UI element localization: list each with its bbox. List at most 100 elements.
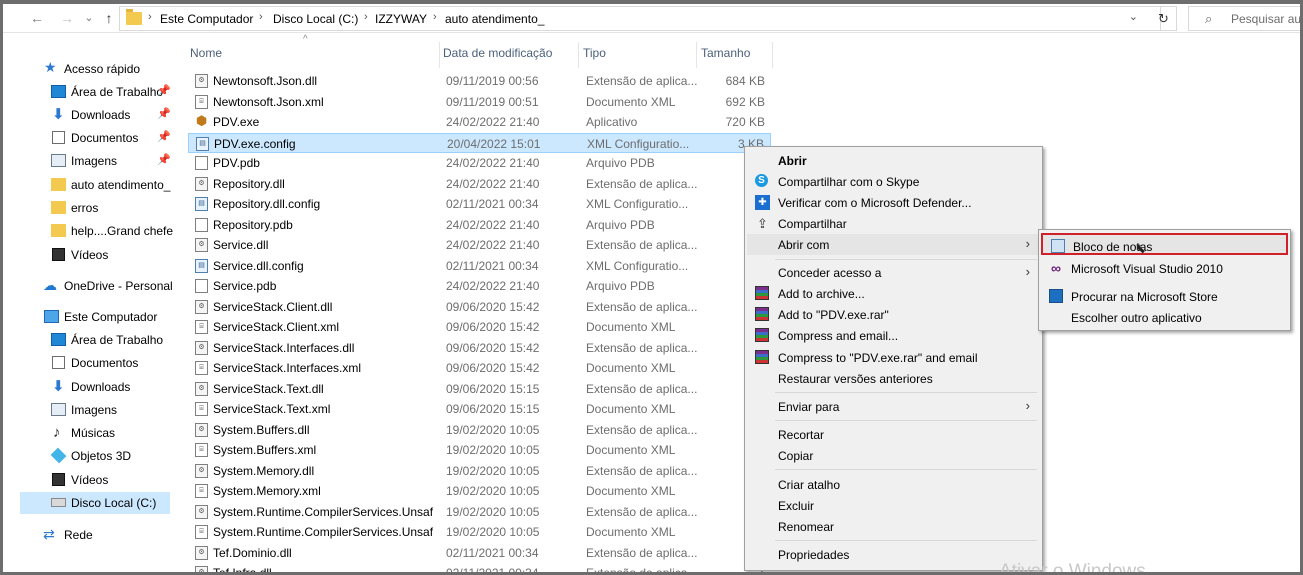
file-row[interactable]: ⌸ System.Runtime.CompilerServices.Unsaf..… <box>188 522 771 542</box>
sidebar-item-este-computador[interactable]: Este Computador <box>3 306 173 328</box>
sidebar-item-documentos[interactable]: Documentos 📌 <box>3 127 173 149</box>
back-arrow-icon[interactable]: ← <box>28 9 46 27</box>
file-row[interactable]: PDV.pdb24/02/2022 21:40Arquivo PDB21 <box>188 153 771 173</box>
submenu-item-visual-studio[interactable]: ∞ Microsoft Visual Studio 2010 <box>1041 257 1288 279</box>
menu-item-compress-rar-email[interactable]: Compress to "PDV.exe.rar" and email <box>747 347 1040 368</box>
submenu-item-microsoft-store[interactable]: Procurar na Microsoft Store <box>1041 285 1288 307</box>
file-row[interactable]: ⌸ ServiceStack.Client.xml 09/06/2020 15:42… <box>188 317 771 337</box>
file-row[interactable]: ⌸ System.Buffers.xml 19/02/2020 10:05 Docum… <box>188 440 771 460</box>
search-input[interactable]: ⌕ Pesquisar auto <box>1188 6 1300 31</box>
sidebar-item-acesso-rapido[interactable]: ★ Acesso rápido <box>3 58 173 80</box>
sidebar-item-imagens-pc[interactable]: Imagens <box>3 399 173 421</box>
file-row[interactable]: ⚙ Service.dll 24/02/2022 21:40 Extensão de … <box>188 235 771 255</box>
column-divider[interactable] <box>772 42 773 68</box>
file-row[interactable]: ▤ Service.dll.config 02/11/2021 00:34 XML C… <box>188 256 771 276</box>
file-row[interactable]: ⚙ Repository.dll 24/02/2022 21:40 Extensão … <box>188 174 771 194</box>
breadcrumb-disco-local[interactable]: Disco Local (C:) <box>273 12 358 26</box>
sidebar-item-videos[interactable]: Vídeos <box>3 244 173 266</box>
breadcrumb[interactable]: › Este Computador › Disco Local (C:) › I… <box>119 6 1161 31</box>
menu-item-add-to-rar[interactable]: Add to "PDV.exe.rar" <box>747 304 1040 325</box>
sidebar-item-musicas[interactable]: ♪ Músicas <box>3 422 173 444</box>
menu-item-add-to-archive[interactable]: Add to archive... <box>747 283 1040 304</box>
menu-item-restaurar-versoes[interactable]: Restaurar versões anteriores <box>747 368 1040 389</box>
menu-item-label: Add to archive... <box>778 287 865 301</box>
menu-item-excluir[interactable]: Excluir <box>747 495 1040 516</box>
file-row[interactable]: ⌸ System.Memory.xml 19/02/2020 10:05 Docume… <box>188 481 771 501</box>
file-row[interactable]: ⚙ ServiceStack.Interfaces.dll 09/06/2020 1… <box>188 338 771 358</box>
sidebar-item-area-de-trabalho[interactable]: Área de Trabalho 📌 <box>3 81 173 103</box>
file-row[interactable]: ⬢ PDV.exe 24/02/2022 21:40 Aplicativo 720 KB <box>188 112 771 132</box>
submenu-item-label: Escolher outro aplicativo <box>1071 311 1202 325</box>
up-arrow-icon[interactable]: ↑ <box>100 9 118 27</box>
breadcrumb-separator[interactable]: › <box>364 11 368 23</box>
file-row[interactable]: ⚙ ServiceStack.Text.dll 09/06/2020 15:15 Ex… <box>188 379 771 399</box>
submenu-item-escolher-outro[interactable]: Escolher outro aplicativo <box>1041 306 1288 328</box>
file-row[interactable]: Repository.pdb 24/02/2022 21:40 Arquivo PD… <box>188 215 771 235</box>
file-row[interactable]: ⚙ System.Runtime.CompilerServices.Unsaf..… <box>188 502 771 522</box>
file-row[interactable]: ▤ PDV.exe.config 20/04/2022 15:01 XML Confi… <box>188 132 771 153</box>
sidebar-item-objetos-3d[interactable]: Objetos 3D <box>3 445 173 467</box>
menu-item-abrir[interactable]: Abrir <box>747 150 1040 171</box>
menu-item-label: Renomear <box>778 520 835 534</box>
sidebar-item-downloads[interactable]: ⬇ Downloads 📌 <box>3 104 173 126</box>
menu-item-verificar-defender[interactable]: ✚ Verificar com o Microsoft Defender... <box>747 192 1040 213</box>
file-type: Extensão de aplica... <box>586 504 698 519</box>
file-row[interactable]: ⚙ ServiceStack.Client.dll 09/06/2020 15:42… <box>188 297 771 317</box>
file-row[interactable]: ⌸ ServiceStack.Text.xml 09/06/2020 15:15 Do… <box>188 399 771 419</box>
file-row[interactable]: ⚙ System.Memory.dll 19/02/2020 10:05 Extens… <box>188 461 771 481</box>
menu-item-compartilhar-skype[interactable]: S Compartilhar com o Skype <box>747 171 1040 192</box>
file-row[interactable]: ⚙ System.Buffers.dll 19/02/2020 10:05 Exten… <box>188 420 771 440</box>
column-divider[interactable] <box>439 42 440 68</box>
breadcrumb-este-computador[interactable]: Este Computador <box>160 12 253 26</box>
sidebar-item-downloads-pc[interactable]: ⬇ Downloads <box>3 376 173 398</box>
breadcrumb-separator[interactable]: › <box>148 11 152 23</box>
sidebar-item-imagens[interactable]: Imagens 📌 <box>3 150 173 172</box>
file-row[interactable]: ▤ Repository.dll.config 02/11/2021 00:34 XM… <box>188 194 771 214</box>
sidebar-item-disco-local[interactable]: Disco Local (C:) <box>20 492 170 514</box>
file-row[interactable]: ⚙ Tef.Infra.dll 02/11/2021 00:34 Extensão d… <box>188 563 771 572</box>
sidebar-item-erros[interactable]: erros <box>3 197 173 219</box>
menu-item-criar-atalho[interactable]: Criar atalho <box>747 474 1040 495</box>
file-row[interactable]: ⌸ Newtonsoft.Json.xml 09/11/2019 00:51 Docu… <box>188 92 771 112</box>
sidebar-item-auto-atendimento[interactable]: auto atendimento_ <box>3 174 173 196</box>
menu-item-label: Compartilhar com o Skype <box>778 175 920 189</box>
menu-item-renomear[interactable]: Renomear <box>747 516 1040 537</box>
breadcrumb-separator[interactable]: › <box>259 11 263 23</box>
sidebar-item-help-grand-chefe[interactable]: help....Grand chefe <box>3 220 173 242</box>
menu-item-enviar-para[interactable]: Enviar para › <box>747 396 1040 417</box>
menu-item-conceder-acesso[interactable]: Conceder acesso a › <box>747 262 1040 283</box>
menu-item-compress-email[interactable]: Compress and email... <box>747 325 1040 346</box>
mouse-cursor-icon: ⬉ <box>1135 241 1146 256</box>
breadcrumb-izzyway[interactable]: IZZYWAY <box>375 12 427 26</box>
address-dropdown-icon[interactable]: ⌄ <box>1129 10 1138 23</box>
forward-arrow-icon[interactable]: → <box>58 9 76 27</box>
file-row[interactable]: ⚙ Tef.Dominio.dll 02/11/2021 00:34 Extensão… <box>188 543 771 563</box>
file-row[interactable]: Service.pdb24/02/2022 21:40Arquivo PDB2 <box>188 276 771 296</box>
column-header-type[interactable]: Tipo <box>583 46 606 66</box>
column-header-name[interactable]: Nome <box>190 46 222 66</box>
sidebar-item-videos-pc[interactable]: Vídeos <box>3 469 173 491</box>
submenu-item-bloco-de-notas[interactable]: Bloco de notas ⬉ <box>1041 233 1288 256</box>
file-date: 09/06/2020 15:42 <box>446 299 540 314</box>
dll-file-icon: ⚙ <box>195 463 208 478</box>
column-divider[interactable] <box>578 42 579 68</box>
menu-item-abrir-com[interactable]: Abrir com › <box>747 234 1040 255</box>
file-row[interactable]: ⌸ ServiceStack.Interfaces.xml 09/06/2020 1… <box>188 358 771 378</box>
recent-locations-chevron-icon[interactable]: ⌄ <box>80 9 98 27</box>
sidebar-item-rede[interactable]: ⇄ Rede <box>3 524 173 546</box>
refresh-icon[interactable]: ↻ <box>1151 6 1177 31</box>
menu-item-compartilhar[interactable]: ⇪ Compartilhar <box>747 213 1040 234</box>
column-divider[interactable] <box>696 42 697 68</box>
file-row[interactable]: ⚙ Newtonsoft.Json.dll 09/11/2019 00:56 Exte… <box>188 71 771 91</box>
chevron-right-icon: › <box>1025 236 1030 251</box>
sidebar-item-area-de-trabalho-pc[interactable]: Área de Trabalho <box>3 329 173 351</box>
column-header-date[interactable]: Data de modificação <box>443 46 552 66</box>
sidebar-item-documentos-pc[interactable]: Documentos <box>3 352 173 374</box>
menu-item-copiar[interactable]: Copiar <box>747 445 1040 466</box>
sidebar-item-onedrive[interactable]: ☁ OneDrive - Personal <box>3 275 173 297</box>
menu-item-propriedades[interactable]: Propriedades <box>747 544 1040 565</box>
menu-item-recortar[interactable]: Recortar <box>747 424 1040 445</box>
breadcrumb-separator[interactable]: › <box>433 11 437 23</box>
breadcrumb-auto-atendimento[interactable]: auto atendimento_ <box>445 12 544 26</box>
column-header-size[interactable]: Tamanho <box>701 46 750 66</box>
